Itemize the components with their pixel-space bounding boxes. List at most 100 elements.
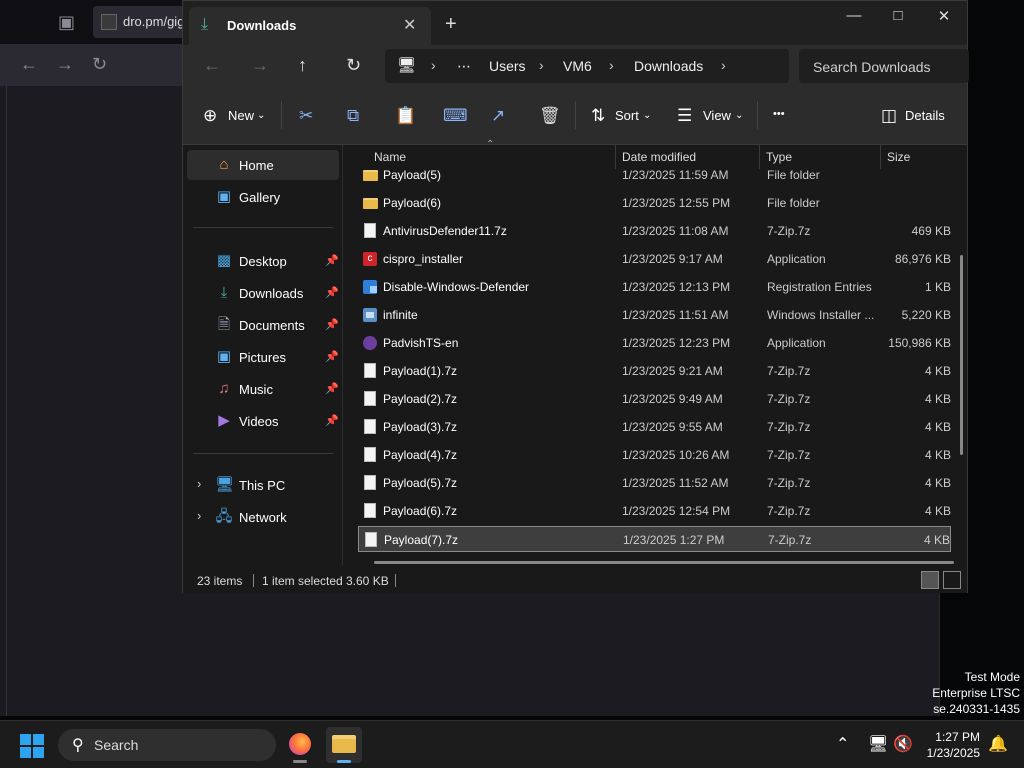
tab-title: Downloads xyxy=(227,18,297,33)
rename-icon[interactable]: ⌨ xyxy=(443,106,468,126)
cut-icon[interactable]: ✂ xyxy=(299,106,313,126)
display-icon[interactable]: 🖥 xyxy=(868,734,888,754)
sidebar-item-documents[interactable]: 🗎 Documents 📌 xyxy=(187,310,339,340)
table-row[interactable]: Disable-Windows-Defender 1/23/2025 12:13 … xyxy=(358,274,951,300)
copy-icon[interactable]: ⧉ xyxy=(347,106,359,126)
refresh-button[interactable]: ↻ xyxy=(346,55,361,75)
close-button[interactable]: ✕ xyxy=(921,7,967,29)
divider xyxy=(253,574,254,587)
pin-icon[interactable]: 📌 xyxy=(325,286,339,299)
file-date: 1/23/2025 11:08 AM xyxy=(622,224,729,238)
browser-tab[interactable]: dro.pm/gig xyxy=(93,6,188,38)
pin-icon[interactable]: 📌 xyxy=(325,414,339,427)
notification-bell-icon[interactable]: 🔔 xyxy=(988,734,1008,754)
delete-icon[interactable]: 🗑 xyxy=(539,106,561,126)
table-row[interactable]: Payload(4).7z 1/23/2025 10:26 AM 7-Zip.7z 4… xyxy=(358,442,951,468)
home-icon: ⌂ xyxy=(219,156,229,173)
forward-button[interactable]: → xyxy=(251,55,269,75)
table-row[interactable]: AntivirusDefender11.7z 1/23/2025 11:08 AM… xyxy=(358,218,951,244)
table-row[interactable]: Payload(3).7z 1/23/2025 9:55 AM 7-Zip.7z 4 … xyxy=(358,414,951,440)
sidebar-item-music[interactable]: ♫ Music 📌 xyxy=(187,374,339,404)
pin-icon[interactable]: 📌 xyxy=(325,350,339,363)
chevron-right-icon[interactable]: › xyxy=(197,508,201,523)
command-bar: ⊕ New ⌄ ✂ ⧉ 📋 ⌨ ↗ 🗑 ⇅ Sort ⌄ ☰ View ⌄ ••… xyxy=(183,87,967,145)
sidebar-item-desktop[interactable]: ▩ Desktop 📌 xyxy=(187,246,339,276)
forward-icon[interactable]: → xyxy=(56,54,74,74)
breadcrumb-users[interactable]: Users xyxy=(489,58,526,74)
file-type: 7-Zip.7z xyxy=(767,476,811,490)
table-row[interactable]: PadvishTS-en 1/23/2025 12:23 PM Applicatio… xyxy=(358,330,951,356)
close-tab-icon[interactable]: ✕ xyxy=(403,15,416,35)
taskbar-search[interactable]: ⚲ Search xyxy=(58,729,276,761)
file-icon xyxy=(363,447,377,463)
volume-muted-icon[interactable]: 🔇 xyxy=(893,734,913,754)
view-icon[interactable]: ☰ xyxy=(677,106,692,126)
new-tab-button[interactable]: + xyxy=(445,14,457,34)
details-button[interactable]: Details xyxy=(905,108,945,123)
pin-icon[interactable]: 📌 xyxy=(325,254,339,267)
sort-button[interactable]: Sort xyxy=(615,108,639,123)
up-button[interactable]: ↑ xyxy=(298,55,307,75)
minimize-button[interactable]: — xyxy=(831,7,877,29)
paste-icon[interactable]: 📋 xyxy=(395,106,416,126)
chevron-right-icon[interactable]: › xyxy=(197,476,201,491)
table-row[interactable]: Payload(5) 1/23/2025 11:59 AM File folder xyxy=(358,162,951,188)
table-row[interactable]: Payload(5).7z 1/23/2025 11:52 AM 7-Zip.7z 4… xyxy=(358,470,951,496)
watermark-line2: Enterprise LTSC xyxy=(932,686,1020,700)
address-bar[interactable]: 🖥 › ⋯ Users › VM6 › Downloads › xyxy=(385,49,789,83)
file-name: PadvishTS-en xyxy=(383,336,459,350)
back-button[interactable]: ← xyxy=(203,55,221,75)
table-row[interactable]: Payload(2).7z 1/23/2025 9:49 AM 7-Zip.7z 4 … xyxy=(358,386,951,412)
sidebar-item-gallery[interactable]: ▣ Gallery xyxy=(187,182,339,212)
back-icon[interactable]: ← xyxy=(20,54,38,74)
details-pane-icon[interactable]: ◫ xyxy=(881,106,897,126)
file-size: 4 KB xyxy=(924,504,951,518)
overflow-icon[interactable]: ⋯ xyxy=(457,58,471,75)
explorer-tab-downloads[interactable]: ⤓ Downloads ✕ xyxy=(189,7,431,45)
vertical-scrollbar[interactable] xyxy=(960,255,963,455)
table-row[interactable]: infinite 1/23/2025 11:51 AM Windows Instal… xyxy=(358,302,951,328)
file-name: Payload(6).7z xyxy=(383,504,458,518)
maximize-button[interactable]: □ xyxy=(875,7,921,29)
file-explorer-taskbar-button[interactable] xyxy=(326,727,362,763)
horizontal-scrollbar[interactable] xyxy=(374,561,954,564)
more-options-button[interactable]: ••• xyxy=(773,108,785,120)
sidebar-item-videos[interactable]: ▶ Videos 📌 xyxy=(187,406,339,436)
chevron-right-icon: › xyxy=(539,57,544,73)
pin-icon[interactable]: 📌 xyxy=(325,382,339,395)
running-indicator xyxy=(293,760,307,763)
share-icon[interactable]: ↗ xyxy=(491,106,505,126)
new-icon[interactable]: ⊕ xyxy=(203,106,217,126)
gallery-icon: ▣ xyxy=(216,188,232,205)
table-row[interactable]: Payload(6).7z 1/23/2025 12:54 PM 7-Zip.7z 4… xyxy=(358,498,951,524)
breadcrumb-vm6[interactable]: VM6 xyxy=(563,58,592,74)
sort-icon[interactable]: ⇅ xyxy=(591,106,605,126)
view-button[interactable]: View xyxy=(703,108,731,123)
sidebar-item-pictures[interactable]: ▣ Pictures 📌 xyxy=(187,342,339,372)
details-view-button[interactable] xyxy=(921,571,939,589)
reload-icon[interactable]: ↻ xyxy=(92,54,107,74)
table-row[interactable]: Payload(1).7z 1/23/2025 9:21 AM 7-Zip.7z 4 … xyxy=(358,358,951,384)
file-date: 1/23/2025 1:27 PM xyxy=(623,533,725,547)
new-button[interactable]: New xyxy=(228,108,254,123)
table-row[interactable]: Payload(6) 1/23/2025 12:55 PM File folder xyxy=(358,190,951,216)
breadcrumb-downloads[interactable]: Downloads xyxy=(634,58,703,74)
start-button[interactable] xyxy=(20,734,44,758)
sidebar-item-home[interactable]: ⌂ Home xyxy=(187,150,339,180)
table-row[interactable]: Payload(7).7z 1/23/2025 1:27 PM 7-Zip.7z 4 … xyxy=(358,526,951,552)
search-box[interactable]: Search Downloads xyxy=(799,49,969,83)
clock-date: 1/23/2025 xyxy=(926,746,980,760)
sidebar-item-this-pc[interactable]: › 🖥 This PC xyxy=(187,470,339,500)
table-row[interactable]: c cispro_installer 1/23/2025 9:17 AM Applic… xyxy=(358,246,951,272)
firefox-icon xyxy=(289,733,311,755)
computer-icon[interactable]: 🖥 xyxy=(397,56,416,74)
sidebar-item-label: Videos xyxy=(239,414,279,429)
pin-icon[interactable]: 📌 xyxy=(325,318,339,331)
sidebar-item-downloads[interactable]: ⤓ Downloads 📌 xyxy=(187,278,339,308)
chevron-up-icon[interactable]: ⌃ xyxy=(836,734,849,754)
clock[interactable]: 1:27 PM 1/23/2025 xyxy=(927,729,980,761)
tab-overview-icon[interactable]: ▣ xyxy=(58,12,75,32)
tiles-view-button[interactable] xyxy=(943,571,961,589)
sidebar-item-network[interactable]: › 🖧 Network xyxy=(187,502,339,532)
firefox-taskbar-button[interactable] xyxy=(282,727,318,763)
